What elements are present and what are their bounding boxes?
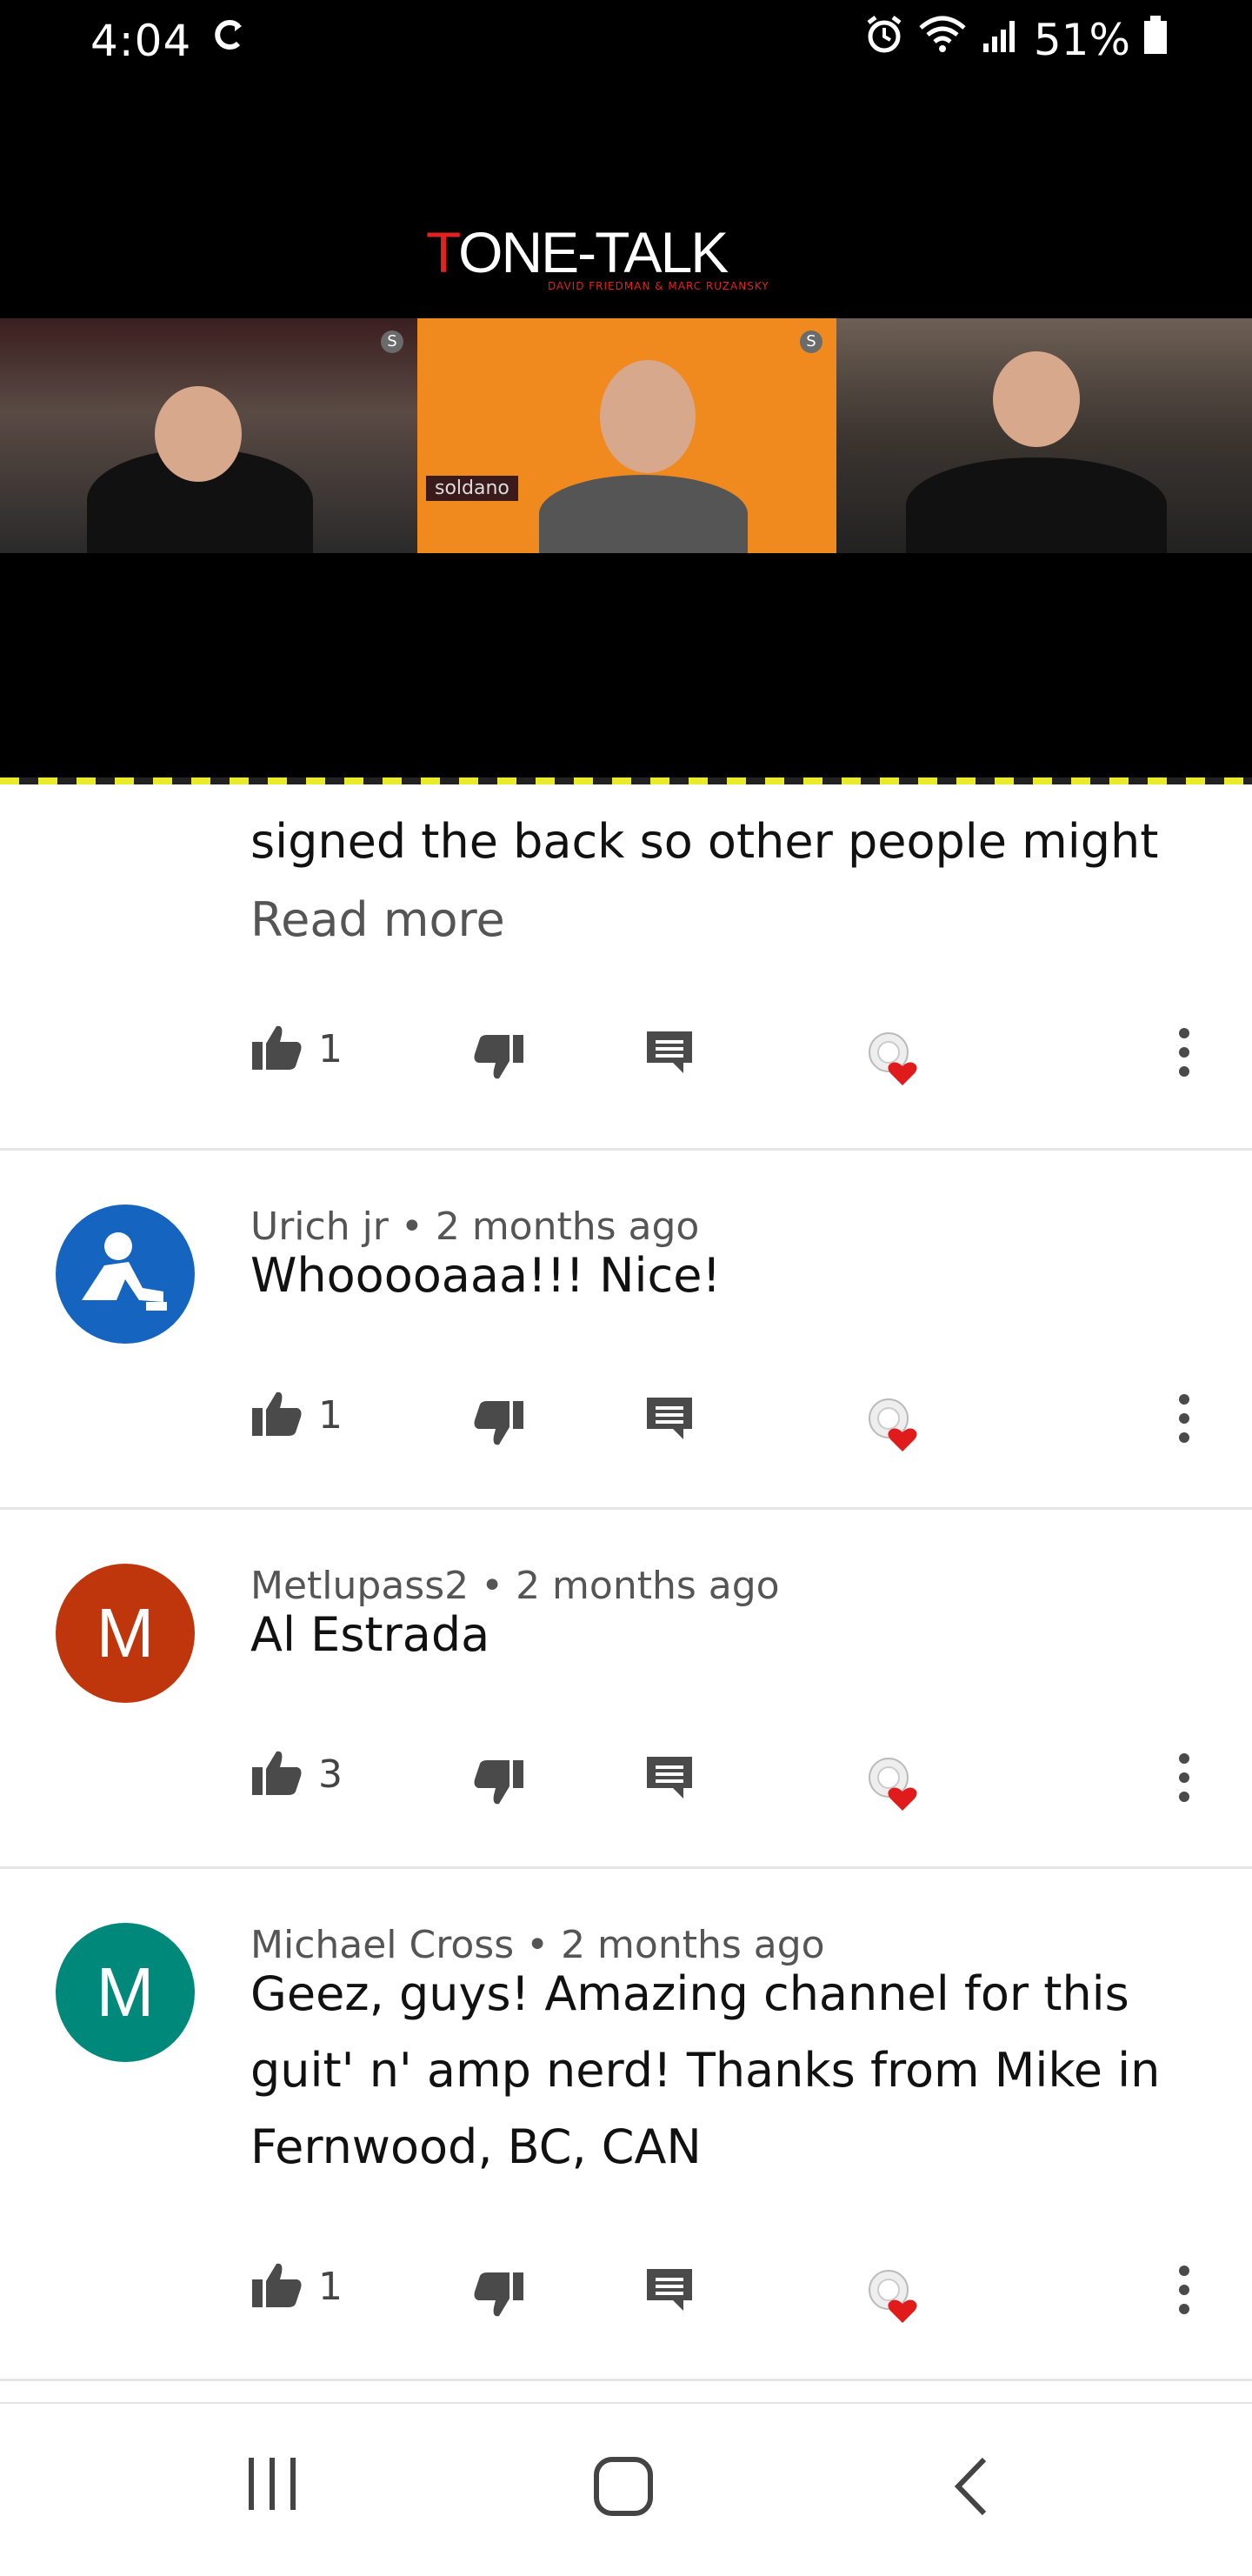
more-vert-icon [1177,1392,1191,1448]
reply-button[interactable] [645,1396,694,1445]
reply-icon [645,1396,694,1445]
like-button[interactable]: 3 [250,1748,343,1800]
like-button[interactable]: 1 [250,1389,343,1441]
reply-icon [645,2267,694,2316]
skype-icon: S [381,330,403,353]
more-options-button[interactable] [1177,2264,1191,2319]
comment-item: Urich jr • 2 months ago Whooooaaa!!! Nic… [0,1151,1252,1510]
creator-heart-icon [864,1028,925,1092]
avatar[interactable]: M [56,1923,195,2062]
comments-list: signed the back so other people might Re… [0,784,1252,2381]
more-vert-icon [1177,1026,1191,1082]
dislike-button[interactable] [473,1399,525,1452]
thumbs-down-icon [473,2271,525,2323]
creator-heart-icon [864,1394,925,1458]
thumbs-up-icon [250,1023,303,1075]
battery-percent: 51% [1033,15,1130,65]
video-frame: S S soldano [0,318,1252,553]
status-time: 4:04 [90,16,192,66]
creator-heart-icon [864,1753,925,1818]
home-button[interactable] [593,2456,654,2520]
signal-icon [980,14,1022,66]
comment-text-line: Geez, guys! Amazing channel for this [250,1966,1129,2021]
comment-item: signed the back so other people might Re… [0,784,1252,1151]
creator-heart-badge [864,1394,925,1458]
like-count: 3 [318,1752,343,1797]
reply-button[interactable] [645,2267,694,2316]
alarm-icon [863,14,905,66]
comment-text-line: guit' n' amp nerd! Thanks from Mike in [250,2043,1161,2098]
creator-heart-icon [864,2266,925,2330]
wifi-icon [917,14,968,66]
amp-label: soldano [426,476,518,501]
dislike-button[interactable] [473,2271,525,2323]
video-player[interactable]: TONE-TALK DAVID FRIEDMAN & MARC RUZANSKY… [0,83,1252,779]
video-panel-left: S [0,318,417,553]
comment-actions: 1 [250,1023,1224,1092]
logo-title: TONE-TALK [426,220,729,284]
recent-apps-icon [245,2458,301,2515]
reply-button[interactable] [645,1030,694,1078]
creator-heart-badge [864,2266,925,2330]
like-count: 1 [318,1392,343,1438]
comment-text-line: Fernwood, BC, CAN [250,2119,702,2174]
thumbs-up-icon [250,1389,303,1441]
video-panel-center: S soldano [417,318,836,553]
avatar[interactable]: M [56,1564,195,1703]
back-button[interactable] [949,2456,993,2520]
status-bar: 4:04 51% [0,0,1252,83]
back-icon [949,2457,993,2520]
comment-actions: 1 [250,1389,1224,1458]
more-options-button[interactable] [1177,1752,1191,1807]
more-options-button[interactable] [1177,1392,1191,1448]
home-icon [593,2457,654,2520]
reply-button[interactable] [645,1755,694,1804]
comment-text: Whooooaaa!!! Nice! [250,1248,722,1303]
like-button[interactable]: 1 [250,2260,343,2312]
thumbs-down-icon [473,1399,525,1452]
more-options-button[interactable] [1177,1026,1191,1082]
battery-icon [1142,14,1169,66]
comment-actions: 1 [250,2260,1224,2330]
comment-actions: 3 [250,1748,1224,1818]
tone-talk-logo: TONE-TALK DAVID FRIEDMAN & MARC RUZANSKY [426,219,791,306]
thumbs-up-icon [250,1748,303,1800]
skype-icon: S [800,330,822,353]
comment-text: Geez, guys! Amazing channel for this gui… [250,1956,1189,2186]
video-progress-bar[interactable] [0,777,1252,784]
status-right: 51% [863,14,1169,66]
read-more-link[interactable]: Read more [250,892,505,947]
comment-text: Al Estrada [250,1607,490,1662]
video-panel-right [836,318,1252,553]
reply-icon [645,1030,694,1078]
avatar[interactable] [56,1205,195,1344]
creator-heart-badge [864,1753,925,1818]
comment-text: signed the back so other people might [250,814,1159,869]
comment-item: M Michael Cross • 2 months ago Geez, guy… [0,1869,1252,2381]
more-vert-icon [1177,1752,1191,1807]
comment-item: M Metlupass2 • 2 months ago Al Estrada 3 [0,1510,1252,1869]
sync-icon [209,14,247,64]
more-vert-icon [1177,2264,1191,2319]
logo-subtitle: DAVID FRIEDMAN & MARC RUZANSKY [548,280,769,292]
reply-icon [645,1755,694,1804]
system-nav-bar [0,2402,1252,2576]
recent-apps-button[interactable] [245,2456,301,2515]
creator-heart-badge [864,1028,925,1092]
thumbs-down-icon [473,1033,525,1085]
dislike-button[interactable] [473,1033,525,1085]
like-count: 1 [318,2264,343,2309]
like-count: 1 [318,1026,343,1071]
thumbs-down-icon [473,1758,525,1811]
like-button[interactable]: 1 [250,1023,343,1075]
dislike-button[interactable] [473,1758,525,1811]
thumbs-up-icon [250,2260,303,2312]
